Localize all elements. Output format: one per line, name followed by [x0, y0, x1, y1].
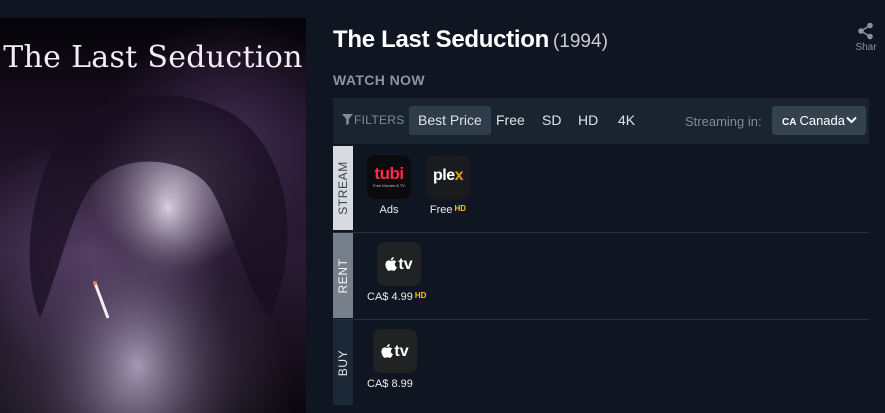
plex-logo-text: plex: [432, 167, 464, 184]
filter-bar: FILTERS Best Price Free SD HD 4K Streami…: [333, 98, 869, 144]
offer-apple-tv-buy[interactable]: tv CA$ 8.99: [367, 329, 423, 390]
offer-price-text: Free: [429, 204, 453, 216]
streaming-in-label: Streaming in:: [685, 114, 762, 129]
offer-tubi[interactable]: tubi Free Movies & TV Ads: [367, 155, 411, 216]
share-label: Shar: [855, 42, 877, 53]
rent-tab-label: RENT: [336, 257, 350, 294]
tv-text: tv: [398, 256, 413, 273]
filters-toggle[interactable]: FILTERS: [342, 113, 405, 127]
apple-tv-logo-text: tv: [377, 256, 421, 274]
title-row: The Last Seduction (1994): [333, 26, 608, 54]
plex-logo: plex: [426, 155, 470, 199]
movie-poster[interactable]: The Last Seduction: [0, 18, 306, 413]
filter-hd[interactable]: HD: [578, 106, 598, 135]
offers-table: STREAM tubi Free Movies & TV Ads plex Fr…: [333, 146, 869, 405]
offer-price-text: CA$ 8.99: [367, 378, 413, 390]
share-icon: [858, 22, 873, 40]
filter-free[interactable]: Free: [496, 106, 525, 135]
filters-label: FILTERS: [354, 113, 405, 127]
offer-tubi-label: Ads: [367, 204, 411, 216]
tubi-logo: tubi Free Movies & TV: [367, 155, 411, 199]
offer-price-text: Ads: [379, 204, 399, 216]
tubi-logo-subtext: Free Movies & TV: [373, 183, 405, 188]
buy-tab-label: BUY: [336, 349, 350, 376]
hd-badge: HD: [414, 291, 427, 300]
watch-now-heading: WATCH NOW: [333, 72, 425, 88]
apple-tv-logo: tv: [373, 329, 417, 373]
stream-tab: STREAM: [333, 146, 353, 230]
release-year: (1994): [552, 31, 608, 52]
apple-icon: [385, 257, 398, 271]
offer-price-text: CA$ 4.99: [367, 291, 413, 303]
share-button[interactable]: Shar: [846, 22, 885, 53]
poster-title-text: The Last Seduction: [3, 40, 303, 75]
tv-text: tv: [394, 343, 409, 360]
rent-tab: RENT: [333, 233, 353, 318]
chevron-down-icon: [846, 116, 857, 124]
buy-tab: BUY: [333, 320, 353, 405]
offer-rent-label: CA$ 4.99 HD: [367, 291, 431, 303]
apple-tv-logo: tv: [377, 242, 421, 286]
stream-row: STREAM tubi Free Movies & TV Ads plex Fr…: [333, 146, 869, 230]
country-select[interactable]: CA Canada: [772, 106, 866, 135]
hd-badge: HD: [454, 204, 467, 213]
buy-row: BUY tv CA$ 8.99: [333, 319, 869, 405]
tubi-logo-text: tubi: [374, 164, 404, 183]
filter-4k[interactable]: 4K: [618, 106, 635, 135]
stream-tab-label: STREAM: [336, 161, 350, 215]
country-code: CA: [782, 117, 797, 128]
apple-icon: [381, 344, 394, 358]
funnel-icon: [342, 114, 353, 125]
apple-tv-logo-text: tv: [373, 343, 417, 361]
country-name: Canada: [799, 113, 845, 128]
filter-sd[interactable]: SD: [542, 106, 561, 135]
offer-plex-label: Free HD: [425, 204, 471, 216]
offer-plex[interactable]: plex Free HD: [425, 155, 471, 216]
poster-artwork: [0, 18, 306, 413]
rent-row: RENT tv CA$ 4.99 HD: [333, 232, 869, 318]
filter-best-price[interactable]: Best Price: [409, 106, 491, 135]
offer-buy-label: CA$ 8.99: [367, 378, 423, 390]
page-title: The Last Seduction: [333, 26, 549, 53]
offer-apple-tv-rent[interactable]: tv CA$ 4.99 HD: [367, 242, 431, 303]
